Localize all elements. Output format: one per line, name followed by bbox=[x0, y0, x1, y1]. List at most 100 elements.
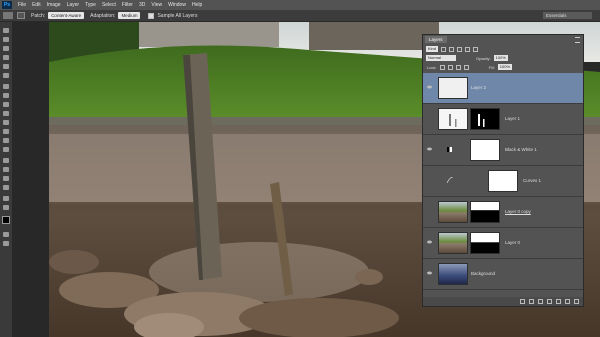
tool-preset-icon[interactable] bbox=[17, 12, 25, 19]
filter-smart-object-icon[interactable] bbox=[473, 46, 479, 52]
layer-row[interactable]: Layer 0 bbox=[423, 228, 583, 259]
zoom-tool-icon[interactable] bbox=[3, 205, 9, 210]
move-tool-icon[interactable] bbox=[3, 28, 9, 33]
layer-name[interactable]: Layer 1 bbox=[505, 116, 520, 121]
blend-mode-select[interactable]: Normal bbox=[426, 55, 456, 61]
layer-thumbnail bbox=[438, 232, 468, 254]
layer-thumbnail bbox=[438, 263, 468, 285]
visibility-eye-icon[interactable] bbox=[427, 147, 432, 151]
layer-row[interactable]: Curves 1 bbox=[423, 166, 583, 197]
healing-tool-icon[interactable] bbox=[3, 84, 9, 89]
layer-thumbnail bbox=[438, 108, 468, 130]
brush-tool-icon[interactable] bbox=[3, 93, 9, 98]
lock-all-icon[interactable] bbox=[463, 64, 469, 70]
adaptation-label: Adaptation: bbox=[90, 12, 116, 19]
layer-row[interactable]: Background bbox=[423, 259, 583, 290]
layer-filter-select[interactable]: Kind bbox=[426, 46, 439, 52]
new-layer-icon[interactable] bbox=[565, 299, 570, 304]
filter-adjustment-icon[interactable] bbox=[449, 46, 455, 52]
patch-mode-select[interactable]: Content-Aware bbox=[48, 12, 85, 19]
menu-image[interactable]: Image bbox=[47, 2, 61, 8]
quick-select-tool-icon[interactable] bbox=[3, 55, 9, 60]
patch-label: Patch: bbox=[31, 12, 46, 19]
marquee-tool-icon[interactable] bbox=[3, 37, 9, 42]
layer-thumbnail bbox=[438, 77, 468, 99]
menu-filter[interactable]: Filter bbox=[122, 2, 133, 8]
sample-all-layers-checkbox[interactable] bbox=[148, 12, 155, 19]
crop-tool-icon[interactable] bbox=[3, 64, 9, 69]
layer-style-icon[interactable] bbox=[529, 299, 534, 304]
filter-type-icon[interactable] bbox=[457, 46, 463, 52]
pen-tool-icon[interactable] bbox=[3, 158, 9, 163]
layer-row[interactable]: Black & White 1 bbox=[423, 135, 583, 166]
workspace-select[interactable]: Essentials bbox=[543, 12, 592, 19]
history-brush-tool-icon[interactable] bbox=[3, 111, 9, 116]
layer-mask-thumbnail bbox=[470, 139, 500, 161]
blur-tool-icon[interactable] bbox=[3, 138, 9, 143]
eraser-tool-icon[interactable] bbox=[3, 120, 9, 125]
lock-transparent-icon[interactable] bbox=[439, 64, 445, 70]
add-mask-icon[interactable] bbox=[538, 299, 543, 304]
layer-mask-thumbnail bbox=[470, 201, 500, 223]
fill-input[interactable]: 100% bbox=[497, 64, 513, 70]
menu-file[interactable]: File bbox=[18, 2, 26, 8]
layer-name[interactable]: Background bbox=[471, 271, 495, 276]
layer-thumbnail bbox=[438, 201, 468, 223]
photoshop-logo-icon: Ps bbox=[2, 1, 12, 9]
panel-menu-icon[interactable] bbox=[575, 37, 580, 43]
curves-adjustment-icon bbox=[447, 177, 453, 183]
options-bar: Patch: Content-Aware Adaptation: Medium … bbox=[0, 10, 600, 22]
layer-name[interactable]: Layer 2 bbox=[471, 85, 486, 90]
visibility-eye-icon[interactable] bbox=[427, 240, 432, 244]
menu-window[interactable]: Window bbox=[168, 2, 186, 8]
menu-edit[interactable]: Edit bbox=[32, 2, 41, 8]
screen-mode-icon[interactable] bbox=[3, 241, 9, 246]
layer-row[interactable]: Layer 1 bbox=[423, 104, 583, 135]
lasso-tool-icon[interactable] bbox=[3, 46, 9, 51]
quick-mask-icon[interactable] bbox=[3, 232, 9, 237]
menu-select[interactable]: Select bbox=[102, 2, 116, 8]
opacity-input[interactable]: 100% bbox=[493, 55, 508, 61]
fill-label: Fill: bbox=[488, 64, 495, 70]
shape-tool-icon[interactable] bbox=[3, 185, 9, 190]
menu-layer[interactable]: Layer bbox=[67, 2, 80, 8]
patch-tool-icon[interactable] bbox=[3, 12, 13, 19]
layer-name[interactable]: Layer 0 copy bbox=[505, 209, 531, 214]
filter-pixel-icon[interactable] bbox=[441, 46, 447, 52]
layer-name[interactable]: Black & White 1 bbox=[505, 147, 537, 152]
layers-panel: Layers Kind Normal Opacity: 100% Lock: F… bbox=[422, 34, 584, 307]
hand-tool-icon[interactable] bbox=[3, 196, 9, 201]
layer-row[interactable]: Layer 2 bbox=[423, 73, 583, 104]
layer-mask-thumbnail bbox=[470, 108, 500, 130]
layer-row[interactable]: Layer 0 copy bbox=[423, 197, 583, 228]
lock-label: Lock: bbox=[427, 64, 437, 70]
delete-layer-icon[interactable] bbox=[574, 299, 579, 304]
black-white-adjustment-icon bbox=[447, 147, 452, 152]
filter-shape-icon[interactable] bbox=[465, 46, 471, 52]
layer-name[interactable]: Layer 0 bbox=[505, 240, 520, 245]
layer-name[interactable]: Curves 1 bbox=[523, 178, 541, 183]
sample-all-layers-label: Sample All Layers bbox=[157, 12, 198, 19]
menu-type[interactable]: Type bbox=[85, 2, 96, 8]
lock-image-icon[interactable] bbox=[447, 64, 453, 70]
link-layers-icon[interactable] bbox=[520, 299, 525, 304]
new-adjustment-layer-icon[interactable] bbox=[547, 299, 552, 304]
adaptation-select[interactable]: Medium bbox=[118, 12, 141, 19]
visibility-eye-icon[interactable] bbox=[427, 271, 432, 275]
eyedropper-tool-icon[interactable] bbox=[3, 73, 9, 78]
visibility-eye-icon[interactable] bbox=[427, 85, 432, 89]
layers-tab[interactable]: Layers bbox=[425, 36, 447, 43]
dodge-tool-icon[interactable] bbox=[3, 147, 9, 152]
menu-help[interactable]: Help bbox=[192, 2, 202, 8]
gradient-tool-icon[interactable] bbox=[3, 129, 9, 134]
foreground-color-swatch[interactable] bbox=[2, 216, 10, 224]
menu-view[interactable]: View bbox=[151, 2, 162, 8]
path-selection-tool-icon[interactable] bbox=[3, 176, 9, 181]
new-group-icon[interactable] bbox=[556, 299, 561, 304]
clone-stamp-tool-icon[interactable] bbox=[3, 102, 9, 107]
menu-3d[interactable]: 3D bbox=[139, 2, 145, 8]
lock-position-icon[interactable] bbox=[455, 64, 461, 70]
type-tool-icon[interactable] bbox=[3, 167, 9, 172]
menu-bar: Ps File Edit Image Layer Type Select Fil… bbox=[0, 0, 600, 10]
layer-mask-thumbnail bbox=[488, 170, 518, 192]
